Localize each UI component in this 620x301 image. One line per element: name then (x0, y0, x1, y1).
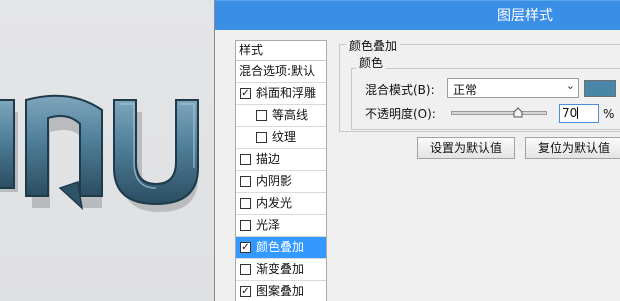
style-list-item[interactable]: 光泽 (236, 215, 326, 237)
layer-style-dialog: 图层样式 样式 混合选项:默认 ✓ 斜面和浮雕等高线纹理描边内阴影内发光光泽 ✓ 颜色叠… (214, 0, 620, 301)
style-checkbox[interactable]: ✓ (240, 286, 251, 297)
style-list-item-label: 等高线 (272, 108, 309, 122)
style-list-item-label: 混合选项:默认 (239, 64, 316, 78)
chevron-down-icon: ⌄ (565, 79, 575, 92)
style-checkbox[interactable] (240, 154, 251, 165)
color-overlay-group-title: 颜色叠加 (346, 37, 401, 54)
style-list-item-label: 斜面和浮雕 (256, 86, 317, 100)
style-list-item-label: 图案叠加 (256, 284, 305, 298)
dialog-titlebar[interactable]: 图层样式 (215, 0, 620, 30)
styles-list: 样式 混合选项:默认 ✓ 斜面和浮雕等高线纹理描边内阴影内发光光泽 ✓ 颜色叠加渐变叠加… (235, 40, 327, 301)
style-checkbox[interactable] (256, 132, 267, 143)
style-list-item[interactable]: 描边 (236, 149, 326, 171)
style-list-item[interactable]: ✓ 颜色叠加 (236, 237, 326, 259)
color-subgroup-title: 颜色 (356, 54, 387, 71)
reset-default-button[interactable]: 复位为默认值 (525, 137, 620, 159)
style-checkbox[interactable] (240, 220, 251, 231)
styles-list-header[interactable]: 样式 (236, 41, 326, 61)
style-checkbox[interactable]: ✓ (240, 88, 251, 99)
make-default-button[interactable]: 设置为默认值 (417, 137, 515, 159)
style-checkbox[interactable] (240, 176, 251, 187)
style-list-item-label: 颜色叠加 (256, 240, 305, 254)
metallic-letters-artwork (0, 94, 199, 212)
style-list-item-label: 纹理 (272, 130, 297, 144)
blend-mode-value: 正常 (453, 83, 478, 97)
style-list-item-label: 渐变叠加 (256, 262, 305, 276)
opacity-label: 不透明度(O): (365, 107, 436, 121)
opacity-input[interactable]: 70 (559, 104, 599, 123)
opacity-value: 70 (562, 106, 578, 120)
opacity-slider-track[interactable] (451, 111, 547, 115)
dialog-title: 图层样式 (497, 8, 553, 24)
style-list-item[interactable]: 等高线 (236, 105, 326, 127)
style-checkbox[interactable]: ✓ (240, 242, 251, 253)
style-list-item[interactable]: 渐变叠加 (236, 259, 326, 281)
style-list-item[interactable]: 纹理 (236, 127, 326, 149)
opacity-unit: % (603, 107, 615, 121)
opacity-slider-thumb[interactable] (513, 107, 523, 118)
style-list-item-label: 内阴影 (256, 174, 293, 188)
document-canvas[interactable] (0, 0, 214, 301)
style-list-item-label: 描边 (256, 152, 281, 166)
style-list-item[interactable]: 内阴影 (236, 171, 326, 193)
overlay-color-swatch[interactable] (584, 80, 616, 97)
style-list-item-label: 内发光 (256, 196, 293, 210)
style-list-item-label: 光泽 (256, 218, 281, 232)
blend-mode-select[interactable]: 正常 ⌄ (447, 78, 579, 98)
blend-mode-label: 混合模式(B): (365, 83, 435, 97)
style-list-item[interactable]: ✓ 图案叠加 (236, 281, 326, 301)
style-checkbox[interactable] (240, 264, 251, 275)
style-checkbox[interactable] (240, 198, 251, 209)
style-list-item[interactable]: ✓ 斜面和浮雕 (236, 83, 326, 105)
style-list-item[interactable]: 内发光 (236, 193, 326, 215)
style-list-item[interactable]: 混合选项:默认 (236, 61, 326, 83)
style-checkbox[interactable] (256, 110, 267, 121)
